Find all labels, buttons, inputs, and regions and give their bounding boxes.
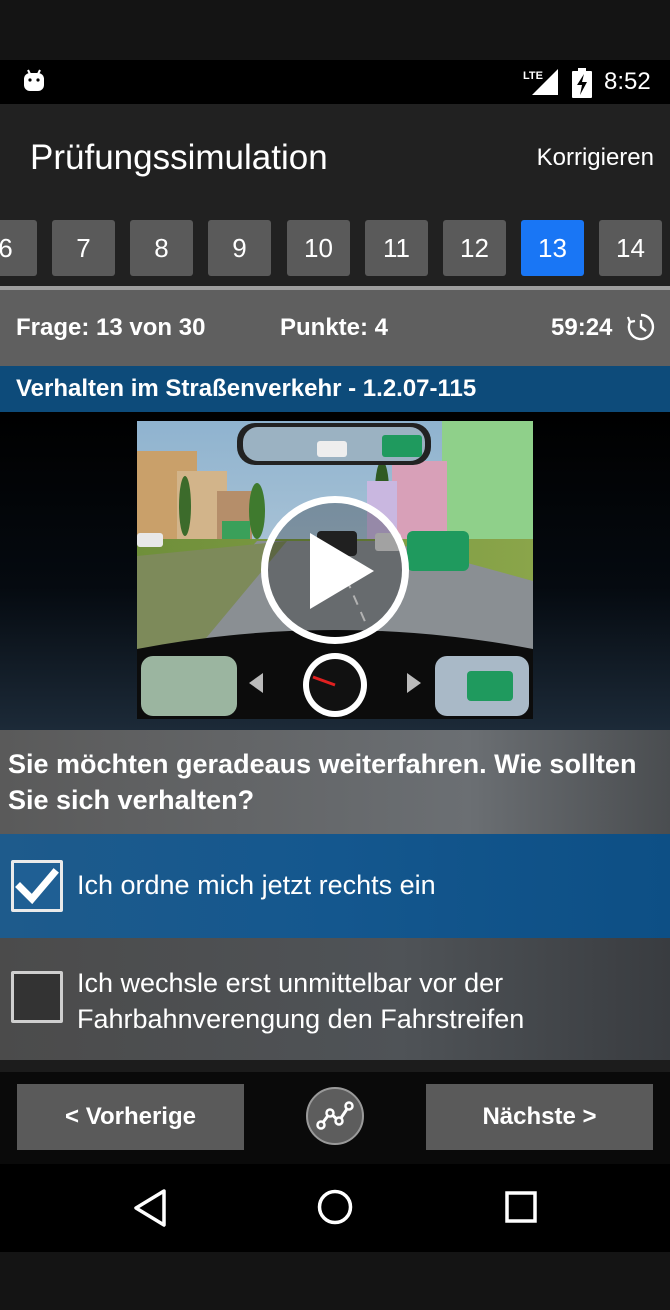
question-number-button[interactable]: 14 bbox=[599, 220, 662, 276]
category-label: Verhalten im Straßenverkehr - 1.2.07-115 bbox=[16, 375, 477, 402]
answer-text: Ich ordne mich jetzt rechts ein bbox=[77, 870, 436, 900]
timer-text: 59:24 bbox=[551, 314, 613, 341]
question-number-button[interactable]: 12 bbox=[443, 220, 506, 276]
points-counter: Punkte: 4 bbox=[280, 314, 389, 341]
checkbox-unchecked[interactable] bbox=[11, 971, 63, 1023]
question-card: Sie möchten geradeaus weiterfahren. Wie … bbox=[0, 730, 670, 834]
checkmark-icon bbox=[15, 868, 59, 905]
signal-lte-icon: LTE bbox=[523, 69, 558, 95]
question-number-button[interactable]: 6 bbox=[0, 220, 37, 276]
home-circle-icon[interactable] bbox=[316, 1188, 354, 1226]
answer-option[interactable]: Ich wechsle erst unmittelbar vor der Fah… bbox=[0, 938, 670, 1060]
question-number-button-active[interactable]: 13 bbox=[521, 220, 584, 276]
app-bar: Prüfungssimulation Korrigieren bbox=[0, 104, 670, 210]
system-navigation-bar bbox=[0, 1164, 670, 1252]
top-band bbox=[0, 0, 670, 60]
status-time: 8:52 bbox=[604, 68, 651, 95]
previous-button[interactable]: < Vorherige bbox=[17, 1084, 244, 1150]
statistics-button[interactable] bbox=[306, 1087, 364, 1145]
info-bar: Frage: 13 von 30 Punkte: 4 59:24 bbox=[0, 290, 670, 366]
timer-icon bbox=[626, 313, 655, 341]
category-bar: Verhalten im Straßenverkehr - 1.2.07-115 bbox=[0, 366, 670, 412]
recents-square-icon[interactable] bbox=[504, 1190, 538, 1224]
question-number-button[interactable]: 8 bbox=[130, 220, 193, 276]
question-text: Sie möchten geradeaus weiterfahren. Wie … bbox=[8, 749, 637, 815]
back-triangle-icon[interactable] bbox=[132, 1188, 168, 1228]
svg-text:LTE: LTE bbox=[523, 70, 543, 82]
question-number-button[interactable]: 10 bbox=[287, 220, 350, 276]
next-button[interactable]: Nächste > bbox=[426, 1084, 653, 1150]
answer-option-selected[interactable]: Ich ordne mich jetzt rechts ein bbox=[0, 834, 670, 938]
status-bar: LTE 8:52 bbox=[0, 60, 670, 104]
bottom-action-bar: < Vorherige Nächste > bbox=[0, 1072, 670, 1164]
question-number-button[interactable]: 11 bbox=[365, 220, 428, 276]
checkbox-checked[interactable] bbox=[11, 860, 63, 912]
question-number-button[interactable]: 7 bbox=[52, 220, 115, 276]
page-title: Prüfungssimulation bbox=[30, 138, 328, 177]
divider bbox=[0, 1060, 670, 1072]
bottom-band bbox=[0, 1252, 670, 1310]
android-debug-icon bbox=[24, 69, 44, 91]
answer-text: Ich wechsle erst unmittelbar vor der Fah… bbox=[77, 968, 525, 1034]
question-number-nav[interactable]: 6 7 8 9 10 11 12 13 14 bbox=[0, 210, 670, 290]
question-counter: Frage: 13 von 30 bbox=[16, 314, 206, 341]
battery-charging-icon bbox=[572, 68, 592, 98]
play-icon bbox=[310, 533, 374, 609]
correct-button[interactable]: Korrigieren bbox=[537, 144, 654, 172]
line-chart-icon bbox=[316, 1101, 354, 1130]
question-number-button[interactable]: 9 bbox=[208, 220, 271, 276]
